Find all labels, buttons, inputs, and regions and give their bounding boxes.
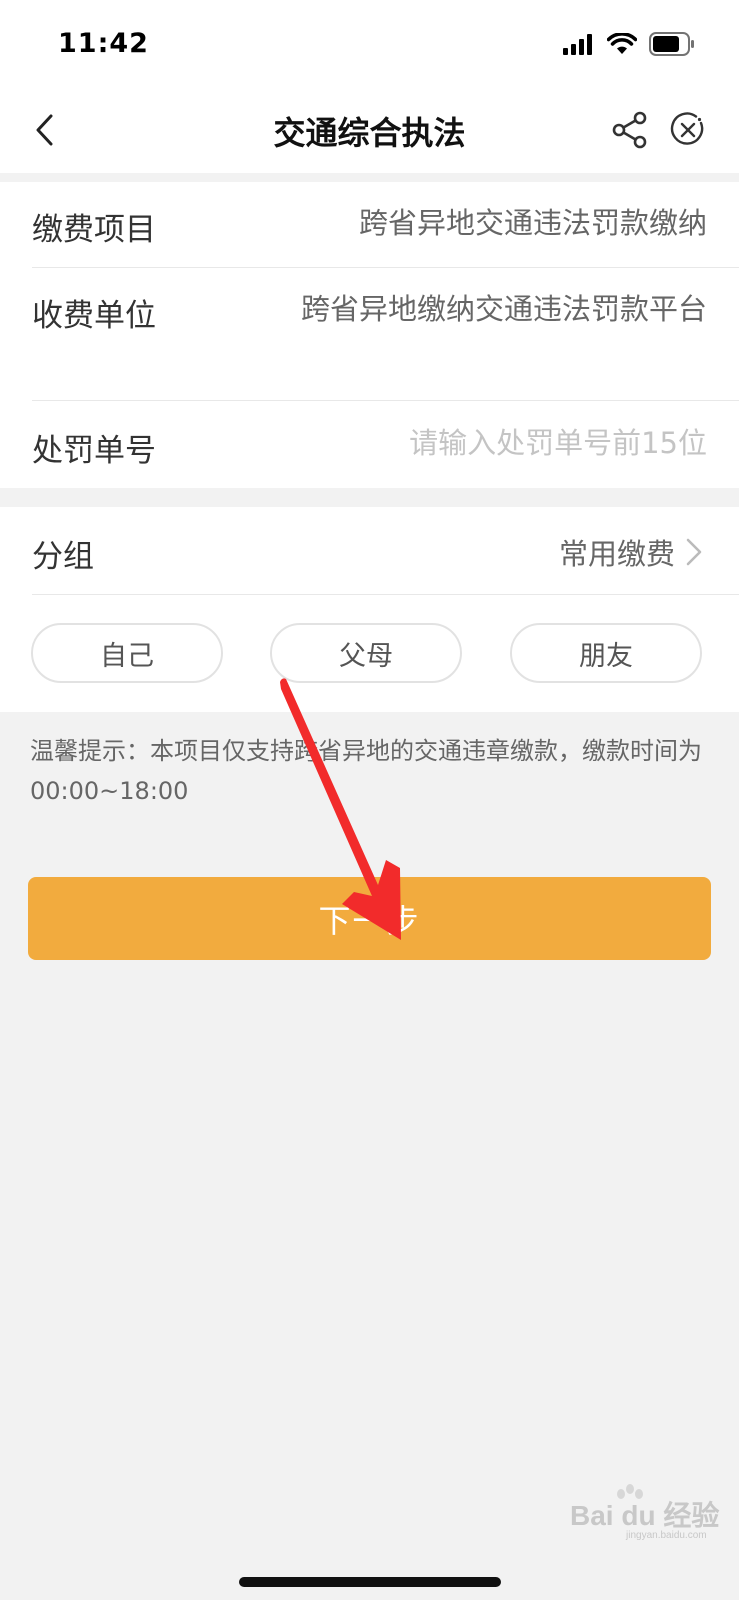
tip-text: 温馨提示：本项目仅支持跨省异地的交通违章缴款，缴款时间为00:00~18:00	[30, 737, 702, 805]
status-icons	[563, 32, 695, 60]
group-chip-friends[interactable]: 朋友	[510, 623, 702, 683]
group-chip-self[interactable]: 自己	[31, 623, 223, 683]
next-step-button[interactable]: 下一步	[28, 877, 711, 960]
chevron-right-icon	[683, 537, 705, 567]
penalty-number-input[interactable]	[347, 419, 707, 467]
group-value: 常用缴费	[558, 537, 675, 571]
group-label: 分组	[32, 539, 94, 575]
nav-bar: 交通综合执法	[0, 92, 739, 172]
payee-value: 跨省异地缴纳交通违法罚款平台	[300, 292, 707, 326]
status-bar: 11:42	[0, 0, 739, 92]
payment-item-row: 缴费项目 跨省异地交通违法罚款缴纳	[32, 182, 739, 268]
watermark-sub: jingyan.baidu.com	[626, 1530, 707, 1541]
share-icon[interactable]	[610, 110, 650, 150]
group-row[interactable]: 分组 常用缴费	[32, 507, 739, 595]
payee-label: 收费单位	[32, 298, 156, 334]
payment-item-value: 跨省异地交通违法罚款缴纳	[358, 206, 707, 240]
cellular-signal-icon	[563, 33, 595, 59]
group-card: 分组 常用缴费 自己 父母 朋友	[0, 507, 739, 712]
penalty-number-label: 处罚单号	[32, 433, 156, 469]
divider	[32, 594, 739, 595]
home-indicator[interactable]	[239, 1577, 501, 1587]
payee-row: 收费单位 跨省异地缴纳交通违法罚款平台	[32, 268, 739, 401]
payment-form-card: 缴费项目 跨省异地交通违法罚款缴纳 收费单位 跨省异地缴纳交通违法罚款平台 处罚…	[0, 182, 739, 488]
battery-icon	[649, 32, 695, 60]
group-chip-parents[interactable]: 父母	[270, 623, 462, 683]
status-time: 11:42	[58, 28, 149, 59]
close-icon[interactable]	[668, 110, 708, 150]
penalty-number-row: 处罚单号	[32, 401, 739, 488]
payment-item-label: 缴费项目	[32, 212, 156, 248]
watermark-text: Bai du 经验	[570, 1500, 720, 1531]
wifi-icon	[606, 32, 638, 59]
